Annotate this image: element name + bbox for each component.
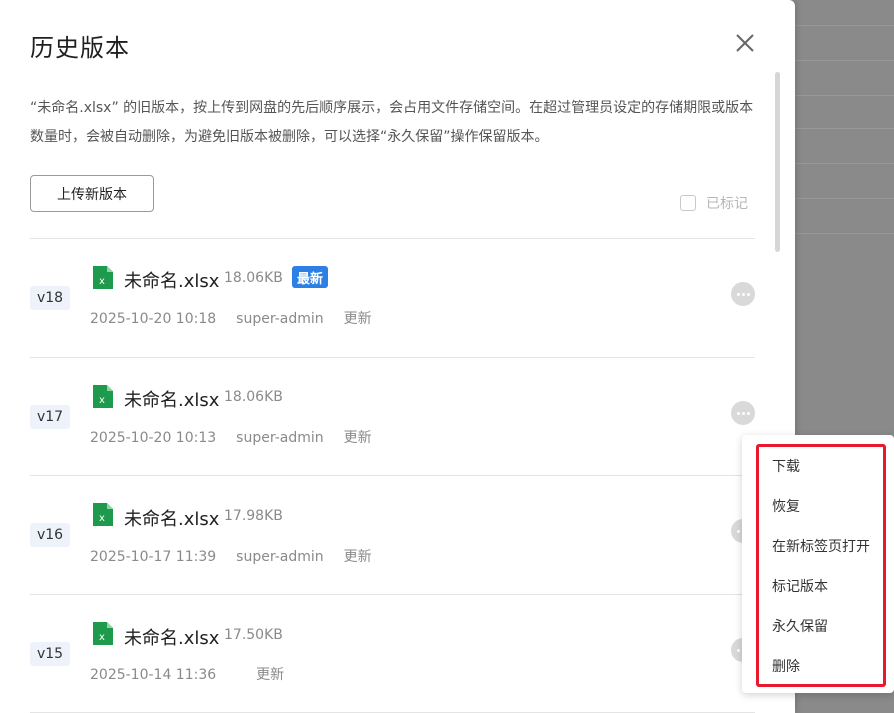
file-size: 18.06KB — [224, 270, 283, 286]
file-size: 17.50KB — [224, 627, 283, 643]
file-name[interactable]: 未命名.xlsx — [124, 505, 219, 531]
file-name[interactable]: 未命名.xlsx — [124, 386, 219, 412]
menu-item-download[interactable]: 下载 — [772, 456, 800, 476]
svg-text:x: x — [99, 632, 105, 643]
excel-file-icon: x — [92, 384, 114, 409]
version-time: 2025-10-20 10:18 — [90, 311, 217, 327]
version-time: 2025-10-14 11:36 — [90, 667, 217, 683]
version-meta: 2025-10-20 10:13 super-admin 更新 — [90, 427, 392, 447]
close-icon[interactable] — [732, 30, 758, 56]
drawer-description: “未命名.xlsx” 的旧版本，按上传到网盘的先后顺序展示，会占用文件存储空间。… — [30, 100, 754, 145]
latest-badge: 最新 — [292, 266, 329, 288]
version-action: 更新 — [256, 667, 285, 683]
version-action: 更新 — [343, 430, 372, 446]
excel-file-icon: x — [92, 265, 114, 290]
version-row[interactable]: v18 x 未命名.xlsx 18.06KB 最新 2025-10-20 10:… — [30, 239, 755, 357]
version-tag: v15 — [30, 642, 70, 666]
marked-filter[interactable]: 已标记 — [680, 193, 748, 213]
version-history-drawer: 历史版本 “未命名.xlsx” 的旧版本，按上传到网盘的先后顺序展示，会占用文件… — [0, 0, 795, 713]
version-row[interactable]: v15 x 未命名.xlsx 17.50KB 2025-10-14 11:36 更… — [30, 595, 755, 713]
version-tag: v17 — [30, 405, 70, 429]
version-user: super-admin — [236, 430, 324, 446]
file-size: 17.98KB — [224, 508, 283, 524]
version-time: 2025-10-20 10:13 — [90, 430, 217, 446]
drawer-title: 历史版本 — [30, 34, 130, 62]
menu-item-open-new-tab[interactable]: 在新标签页打开 — [772, 536, 870, 556]
version-context-menu — [742, 435, 894, 693]
version-row[interactable]: v16 x 未命名.xlsx 17.98KB 2025-10-17 11:39 s… — [30, 476, 755, 594]
upload-new-version-button[interactable]: 上传新版本 — [30, 175, 154, 212]
marked-checkbox[interactable] — [680, 195, 696, 211]
more-options-icon[interactable] — [731, 282, 755, 306]
version-action: 更新 — [343, 549, 372, 565]
version-meta: 2025-10-14 11:36 更新 — [90, 664, 304, 684]
menu-item-restore[interactable]: 恢复 — [772, 496, 800, 516]
excel-file-icon: x — [92, 621, 114, 646]
file-size: 18.06KB — [224, 389, 283, 405]
menu-item-keep-forever[interactable]: 永久保留 — [772, 616, 828, 636]
version-time: 2025-10-17 11:39 — [90, 549, 217, 565]
version-user: super-admin — [236, 549, 324, 565]
file-name[interactable]: 未命名.xlsx — [124, 624, 219, 650]
version-meta: 2025-10-20 10:18 super-admin 更新 — [90, 308, 392, 328]
scrollbar-thumb[interactable] — [775, 72, 780, 252]
excel-file-icon: x — [92, 502, 114, 527]
file-name[interactable]: 未命名.xlsx — [124, 267, 219, 293]
marked-label: 已标记 — [706, 196, 748, 212]
version-meta: 2025-10-17 11:39 super-admin 更新 — [90, 546, 392, 566]
more-options-icon[interactable] — [731, 401, 755, 425]
menu-item-mark-version[interactable]: 标记版本 — [772, 576, 828, 596]
version-tag: v16 — [30, 523, 70, 547]
version-tag: v18 — [30, 286, 70, 310]
version-action: 更新 — [343, 311, 372, 327]
svg-text:x: x — [99, 513, 105, 524]
menu-item-delete[interactable]: 删除 — [772, 656, 800, 676]
version-row[interactable]: v17 x 未命名.xlsx 18.06KB 2025-10-20 10:13 s… — [30, 358, 755, 476]
version-user: super-admin — [236, 311, 324, 327]
svg-text:x: x — [99, 276, 105, 287]
svg-text:x: x — [99, 395, 105, 406]
